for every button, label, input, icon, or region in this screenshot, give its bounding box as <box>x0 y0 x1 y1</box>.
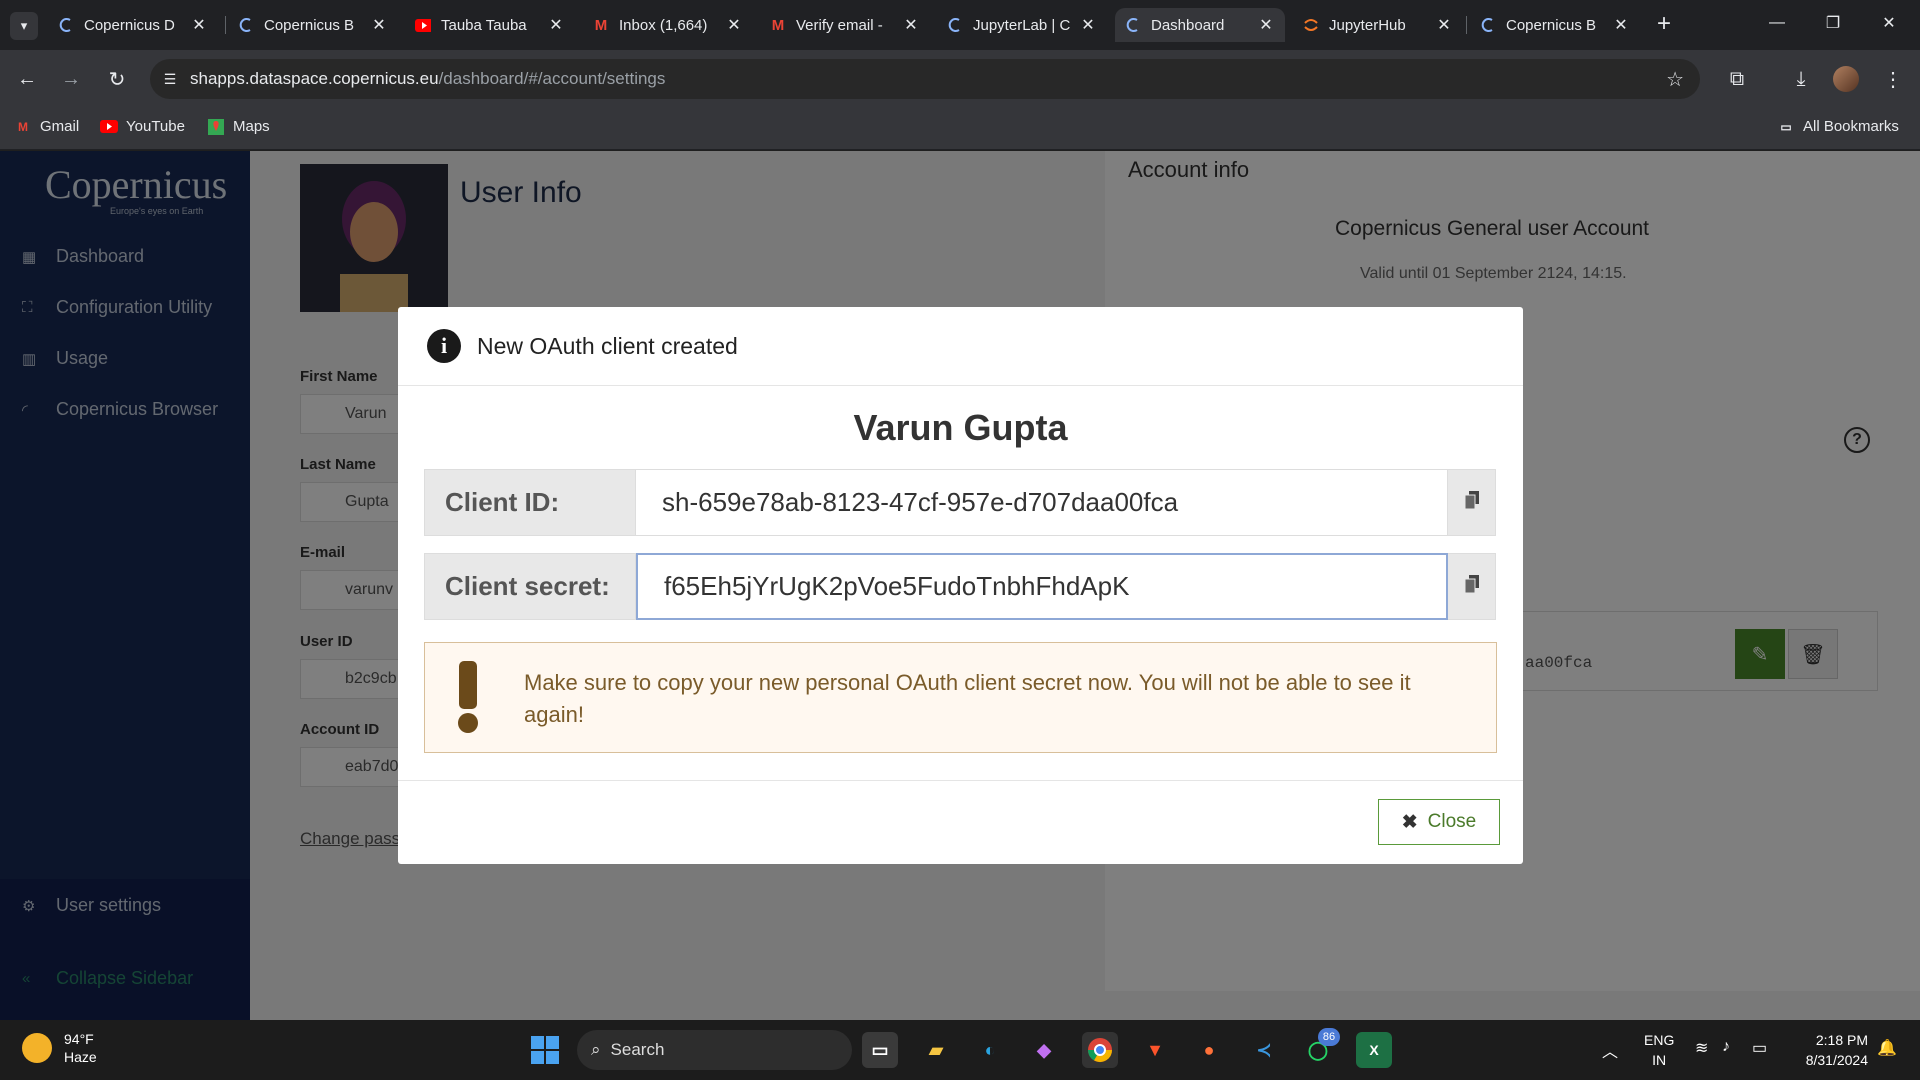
copy-client-id-button[interactable] <box>1448 469 1496 536</box>
search-icon: ⌕ <box>591 1040 601 1059</box>
forward-button[interactable]: → <box>56 64 86 94</box>
browser-toolbar: ← → ↻ ☰ shapps.dataspace.copernicus.eu/d… <box>0 50 1920 108</box>
volume-icon[interactable]: ♪ <box>1722 1038 1730 1056</box>
client-id-value[interactable]: sh-659e78ab-8123-47cf-957e-d707daa00fca <box>636 469 1448 536</box>
warning-text: Make sure to copy your new personal OAut… <box>524 670 1411 727</box>
close-tab-icon[interactable]: ✕ <box>190 15 208 35</box>
youtube-icon <box>100 119 118 135</box>
bookmark-star-icon[interactable]: ☆ <box>1666 67 1684 92</box>
brave-icon[interactable]: ▼ <box>1137 1032 1173 1068</box>
file-explorer-icon[interactable]: ▰ <box>918 1032 954 1068</box>
tab-copernicus-b2[interactable]: Copernicus B ✕ <box>1470 8 1640 42</box>
close-tab-icon[interactable]: ✕ <box>1612 15 1630 35</box>
wifi-icon[interactable]: ≋ <box>1695 1038 1708 1058</box>
whatsapp-badge: 86 <box>1318 1028 1340 1046</box>
menu-kebab-icon[interactable]: ⋮ <box>1878 64 1908 94</box>
tab-bar: ▾ Copernicus D ✕ Copernicus B ✕ Tauba Ta… <box>0 0 1920 50</box>
chevron-up-icon[interactable]: ︿ <box>1602 1038 1618 1062</box>
tab-jupyterhub[interactable]: JupyterHub ✕ <box>1293 8 1463 42</box>
firefox-icon[interactable]: ● <box>1191 1032 1227 1068</box>
restore-button[interactable]: ❐ <box>1810 8 1856 38</box>
weather-widget[interactable]: 94°F Haze <box>22 1030 97 1066</box>
gmail-icon: M <box>18 119 28 134</box>
client-secret-value[interactable]: f65Eh5jYrUgK2pVoe5FudoTnbhFhdApK <box>636 553 1448 620</box>
tab-dashboard[interactable]: Dashboard ✕ <box>1115 8 1285 42</box>
youtube-icon <box>415 17 431 33</box>
modal-title: New OAuth client created <box>477 332 738 359</box>
modal-user-name: Varun Gupta <box>853 407 1068 448</box>
all-bookmarks[interactable]: ▭ All Bookmarks <box>1777 118 1899 135</box>
chrome-icon[interactable] <box>1082 1032 1118 1068</box>
copernicus-icon <box>58 17 74 33</box>
oauth-client-modal: i New OAuth client created Varun Gupta C… <box>398 307 1523 864</box>
weather-haze-icon <box>22 1033 52 1063</box>
bookmark-youtube[interactable]: YouTube <box>100 118 185 135</box>
download-icon[interactable]: ⤓ <box>1786 64 1816 94</box>
excel-icon[interactable]: X <box>1356 1032 1392 1068</box>
language-indicator[interactable]: ENG IN <box>1644 1030 1674 1070</box>
close-icon: ✖ <box>1401 811 1418 833</box>
jupyter-icon <box>1303 17 1319 33</box>
tab-search-button[interactable]: ▾ <box>10 12 38 40</box>
copy-client-secret-button[interactable] <box>1448 553 1496 620</box>
new-tab-button[interactable]: + <box>1650 10 1678 38</box>
tab-gmail-inbox[interactable]: M Inbox (1,664) ✕ <box>583 8 753 42</box>
maps-icon <box>207 118 225 135</box>
client-id-label: Client ID: <box>424 469 636 536</box>
close-tab-icon[interactable]: ✕ <box>1435 15 1453 35</box>
modal-header: i New OAuth client created <box>398 307 1523 386</box>
close-tab-icon[interactable]: ✕ <box>902 15 920 35</box>
battery-icon[interactable]: ▭ <box>1752 1038 1767 1058</box>
folder-icon: ▭ <box>1780 119 1792 134</box>
back-button[interactable]: ← <box>12 64 42 94</box>
tab-gmail-verify[interactable]: M Verify email - ✕ <box>760 8 930 42</box>
site-settings-icon[interactable]: ☰ <box>150 71 190 88</box>
bookmark-gmail[interactable]: M Gmail <box>14 118 79 135</box>
taskbar-search[interactable]: ⌕ Search <box>577 1030 852 1070</box>
temperature: 94°F <box>64 1031 94 1047</box>
client-id-row: Client ID: sh-659e78ab-8123-47cf-957e-d7… <box>424 469 1496 536</box>
gmail-icon: M <box>594 16 608 34</box>
close-tab-icon[interactable]: ✕ <box>370 15 388 35</box>
minimize-button[interactable]: — <box>1754 8 1800 38</box>
address-bar[interactable]: ☰ shapps.dataspace.copernicus.eu/dashboa… <box>150 59 1700 99</box>
copernicus-icon <box>947 17 963 33</box>
close-tab-icon[interactable]: ✕ <box>725 15 743 35</box>
info-icon: i <box>427 329 461 363</box>
vscode-icon[interactable]: ≺ <box>1246 1032 1282 1068</box>
windows-start-icon[interactable] <box>527 1032 563 1068</box>
profile-avatar[interactable] <box>1833 66 1859 92</box>
close-window-button[interactable]: ✕ <box>1866 8 1912 38</box>
copilot-icon[interactable]: ◆ <box>1026 1032 1062 1068</box>
tab-jupyterlab[interactable]: JupyterLab | C ✕ <box>937 8 1107 42</box>
weather-condition: Haze <box>64 1049 97 1065</box>
copy-icon <box>1464 575 1479 598</box>
tab-copernicus-d[interactable]: Copernicus D ✕ <box>48 8 218 42</box>
exclamation-icon <box>455 661 481 741</box>
gmail-icon: M <box>771 16 785 34</box>
modal-footer: ✖ Close <box>398 780 1523 864</box>
notification-bell-icon[interactable]: 🔔 <box>1877 1038 1897 1058</box>
close-tab-icon[interactable]: ✕ <box>547 15 565 35</box>
copy-icon <box>1464 491 1479 514</box>
client-secret-label: Client secret: <box>424 553 636 620</box>
extensions-icon[interactable]: ⧉ <box>1722 64 1752 94</box>
copernicus-icon <box>1480 17 1496 33</box>
close-tab-icon[interactable]: ✕ <box>1079 15 1097 35</box>
tab-copernicus-b[interactable]: Copernicus B ✕ <box>228 8 398 42</box>
bookmark-maps[interactable]: Maps <box>207 118 270 135</box>
reload-button[interactable]: ↻ <box>102 64 132 94</box>
copernicus-icon <box>238 17 254 33</box>
close-tab-icon[interactable]: ✕ <box>1257 15 1275 35</box>
close-button[interactable]: ✖ Close <box>1378 799 1500 845</box>
windows-taskbar: 94°F Haze ⌕ Search ▭ ▰ ◐ ◆ ▼ ● ≺ ◯ 86 X … <box>0 1020 1920 1080</box>
client-secret-row: Client secret: f65Eh5jYrUgK2pVoe5FudoTnb… <box>424 553 1496 620</box>
copernicus-icon <box>1125 17 1141 33</box>
bookmarks-bar: M Gmail YouTube Maps ▭ All Bookmarks <box>0 108 1920 150</box>
tab-youtube[interactable]: Tauba Tauba ✕ <box>405 8 575 42</box>
edge-icon[interactable]: ◐ <box>972 1032 1008 1068</box>
warning-alert: Make sure to copy your new personal OAut… <box>424 642 1497 753</box>
task-view-icon[interactable]: ▭ <box>862 1032 898 1068</box>
system-clock[interactable]: 2:18 PM 8/31/2024 <box>1792 1030 1868 1070</box>
